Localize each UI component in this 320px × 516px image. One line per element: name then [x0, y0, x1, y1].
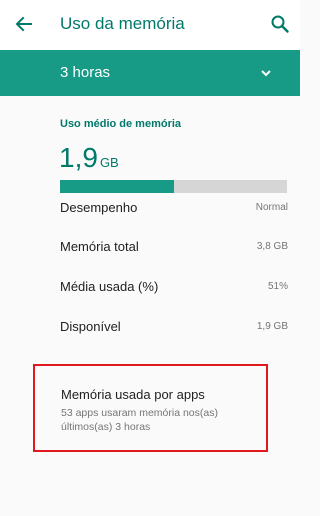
stat-value: Normal	[255, 202, 288, 213]
stat-label: Média usada (%)	[60, 279, 159, 294]
stat-label: Memória total	[60, 239, 139, 254]
stat-value: 1,9 GB	[256, 321, 288, 332]
app-bar: Uso da memória	[0, 0, 300, 50]
time-range-selector[interactable]: 3 horas	[0, 50, 300, 96]
stat-row-performance: Desempenho Normal	[60, 200, 288, 220]
stat-row-total-memory: Memória total 3,8 GB	[60, 239, 288, 259]
average-memory-unit: GB	[99, 155, 119, 170]
memory-used-by-apps-item[interactable]: Memória usada por apps 53 apps usaram me…	[33, 364, 268, 452]
time-range-label: 3 horas	[60, 64, 111, 81]
average-memory-value: 1,9 GB	[59, 142, 119, 174]
memory-usage-fill	[60, 180, 174, 193]
stat-value: 51%	[267, 281, 288, 292]
chevron-down-icon[interactable]	[259, 66, 273, 80]
stat-value: 3,8 GB	[256, 241, 288, 252]
search-icon[interactable]	[270, 14, 290, 34]
stat-row-average-used: Média usada (%) 51%	[60, 279, 288, 299]
stat-row-available: Disponível 1,9 GB	[60, 319, 288, 339]
stat-label: Disponível	[60, 319, 121, 334]
page-title: Uso da memória	[60, 14, 185, 33]
section-title: Uso médio de memória	[60, 118, 182, 130]
average-memory-number: 1,9	[59, 142, 98, 173]
apps-item-title: Memória usada por apps	[61, 387, 205, 402]
memory-usage-bar	[60, 180, 287, 193]
arrow-left-icon[interactable]	[14, 14, 34, 34]
stat-label: Desempenho	[60, 200, 138, 215]
apps-item-subtitle: 53 apps usaram memória nos(as) últimos(a…	[61, 407, 218, 433]
